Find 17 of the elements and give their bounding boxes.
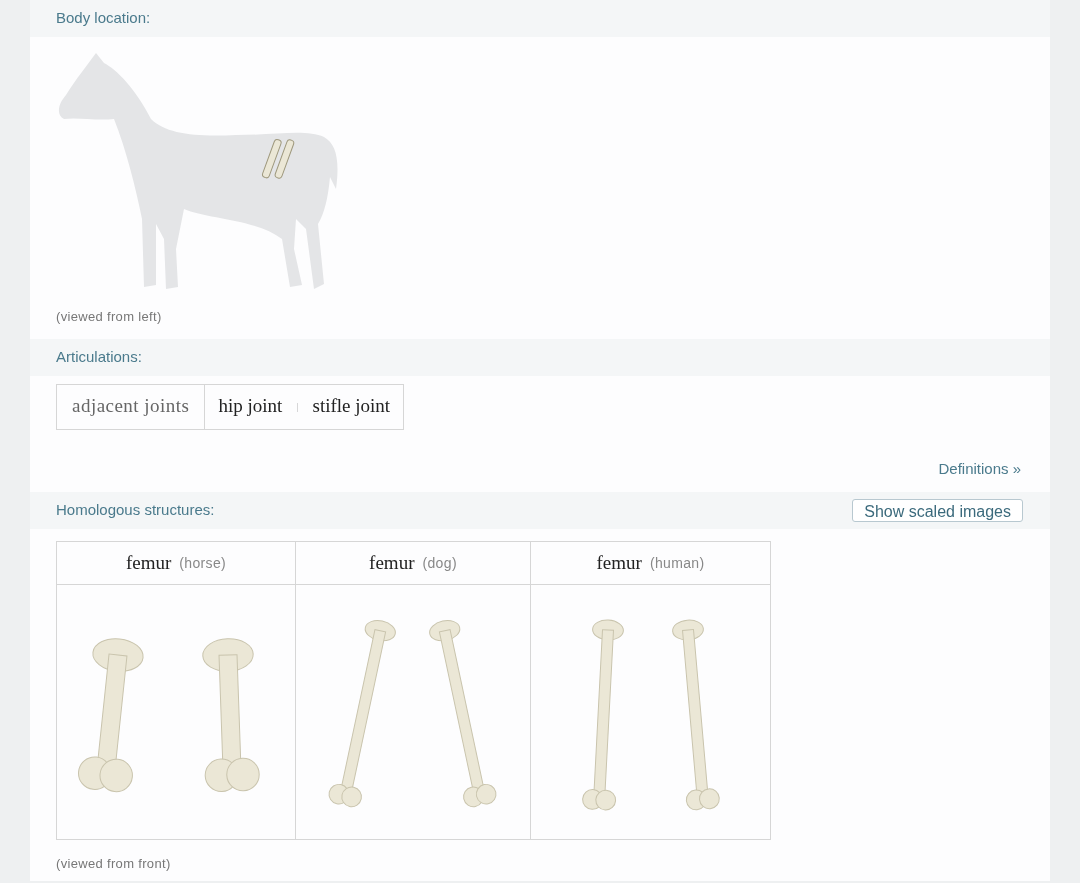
species-label: (human) — [649, 553, 705, 573]
section-title: Homologous structures: — [56, 500, 215, 521]
definitions-link[interactable]: Definitions » — [938, 457, 1021, 480]
show-scaled-images-button[interactable]: Show scaled images — [852, 499, 1023, 522]
view-caption: (viewed from left) — [56, 308, 163, 326]
bone-name: femur — [369, 550, 415, 575]
species-label: (horse) — [179, 553, 227, 573]
bone-name: femur — [125, 550, 172, 575]
separator: | — [296, 399, 299, 415]
section-title: Articulations: — [56, 346, 142, 367]
bone-name: femur — [596, 550, 642, 575]
section-title: Body location: — [56, 8, 151, 29]
row-label: adjacent joints — [72, 394, 190, 419]
view-caption: (viewed from front) — [56, 855, 172, 873]
joint-name: stifle joint — [312, 394, 391, 419]
joint-name: hip joint — [218, 394, 283, 419]
species-label: (dog) — [422, 553, 457, 573]
